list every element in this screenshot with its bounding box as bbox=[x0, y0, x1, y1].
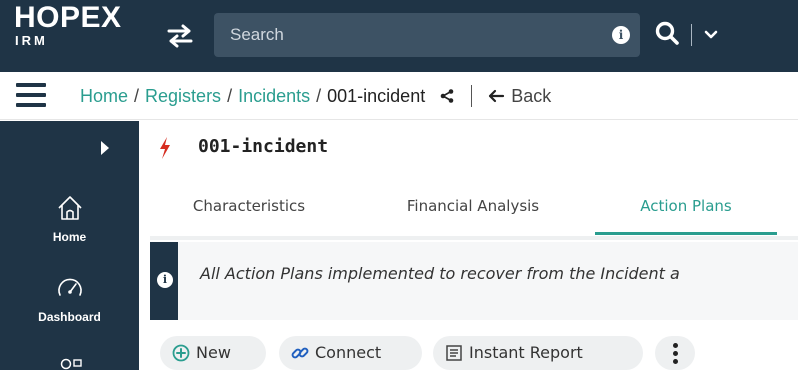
logo-main-text: HOPEX bbox=[14, 1, 122, 34]
back-button[interactable]: Back bbox=[487, 86, 551, 106]
tab-bar: Characteristics Financial Analysis Actio… bbox=[150, 183, 798, 235]
swap-icon[interactable] bbox=[165, 21, 195, 51]
users-icon bbox=[60, 358, 82, 370]
app-logo[interactable]: HOPEX IRM bbox=[14, 2, 122, 48]
new-label: New bbox=[196, 343, 231, 362]
breadcrumb-registers[interactable]: Registers bbox=[145, 86, 221, 106]
expand-sidebar-icon[interactable] bbox=[100, 141, 110, 155]
alert-text: All Action Plans implemented to recover … bbox=[200, 264, 680, 283]
arrow-left-icon bbox=[489, 89, 505, 103]
chevron-down-icon[interactable] bbox=[703, 27, 719, 43]
logo-sub-text: IRM bbox=[15, 33, 48, 48]
breadcrumb-home[interactable]: Home bbox=[80, 86, 128, 106]
search-icon[interactable] bbox=[654, 20, 680, 46]
link-icon bbox=[291, 347, 309, 359]
back-label: Back bbox=[511, 86, 552, 106]
share-icon[interactable] bbox=[440, 89, 454, 103]
sidebar-item-dashboard[interactable]: Dashboard bbox=[0, 273, 139, 324]
new-button[interactable]: New bbox=[160, 336, 266, 370]
breadcrumb: Home / Registers / Incidents/001-incident Ba… bbox=[80, 84, 551, 108]
active-tab-underline bbox=[595, 232, 777, 235]
connect-label: Connect bbox=[315, 343, 382, 362]
sidebar-item-label: Dashboard bbox=[38, 310, 101, 324]
header-divider bbox=[691, 24, 692, 46]
plus-circle-icon bbox=[172, 344, 190, 362]
breadcrumb-separator: / bbox=[134, 86, 140, 106]
tab-divider bbox=[150, 236, 798, 240]
tab-label: Action Plans bbox=[640, 197, 732, 215]
sidebar-item-label: Home bbox=[52, 230, 87, 244]
breadcrumb-separator: / bbox=[227, 86, 233, 106]
gauge-icon bbox=[57, 278, 82, 296]
breadcrumb-current: 001-incident bbox=[327, 86, 426, 106]
action-toolbar: New Connect Instant Report bbox=[150, 322, 798, 370]
sidebar-item-home[interactable]: Home bbox=[0, 193, 139, 244]
report-icon bbox=[446, 345, 462, 361]
instant-report-button[interactable]: Instant Report bbox=[433, 336, 643, 370]
breadcrumb-bar: Home / Registers / Incidents/001-incident Ba… bbox=[0, 72, 798, 120]
tab-financial-analysis[interactable]: Financial Analysis bbox=[368, 183, 578, 235]
instant-report-label: Instant Report bbox=[469, 343, 583, 362]
info-icon[interactable]: i bbox=[612, 26, 630, 44]
tab-label: Characteristics bbox=[192, 197, 306, 215]
hamburger-menu-icon[interactable] bbox=[16, 83, 46, 107]
breadcrumb-incidents[interactable]: Incidents bbox=[238, 86, 310, 106]
home-icon bbox=[57, 196, 82, 220]
breadcrumb-divider bbox=[471, 85, 473, 107]
tab-action-plans[interactable]: Action Plans bbox=[595, 183, 777, 235]
flash-icon bbox=[160, 137, 170, 159]
more-options-icon[interactable] bbox=[655, 336, 695, 370]
info-alert: i All Action Plans implemented to recove… bbox=[150, 242, 798, 320]
breadcrumb-separator: / bbox=[316, 86, 322, 106]
info-icon: i bbox=[157, 272, 173, 288]
sidebar-item-users[interactable] bbox=[0, 355, 139, 370]
left-sidebar: Home Dashboard bbox=[0, 121, 139, 370]
page-title: 001-incident bbox=[198, 136, 329, 157]
alert-bar: i bbox=[150, 242, 178, 320]
tab-characteristics[interactable]: Characteristics bbox=[150, 183, 348, 235]
connect-button[interactable]: Connect bbox=[279, 336, 422, 370]
search-box: i bbox=[214, 13, 640, 57]
search-input[interactable] bbox=[230, 13, 600, 57]
top-header: HOPEX IRM i bbox=[0, 0, 798, 72]
tab-label: Financial Analysis bbox=[406, 197, 540, 215]
